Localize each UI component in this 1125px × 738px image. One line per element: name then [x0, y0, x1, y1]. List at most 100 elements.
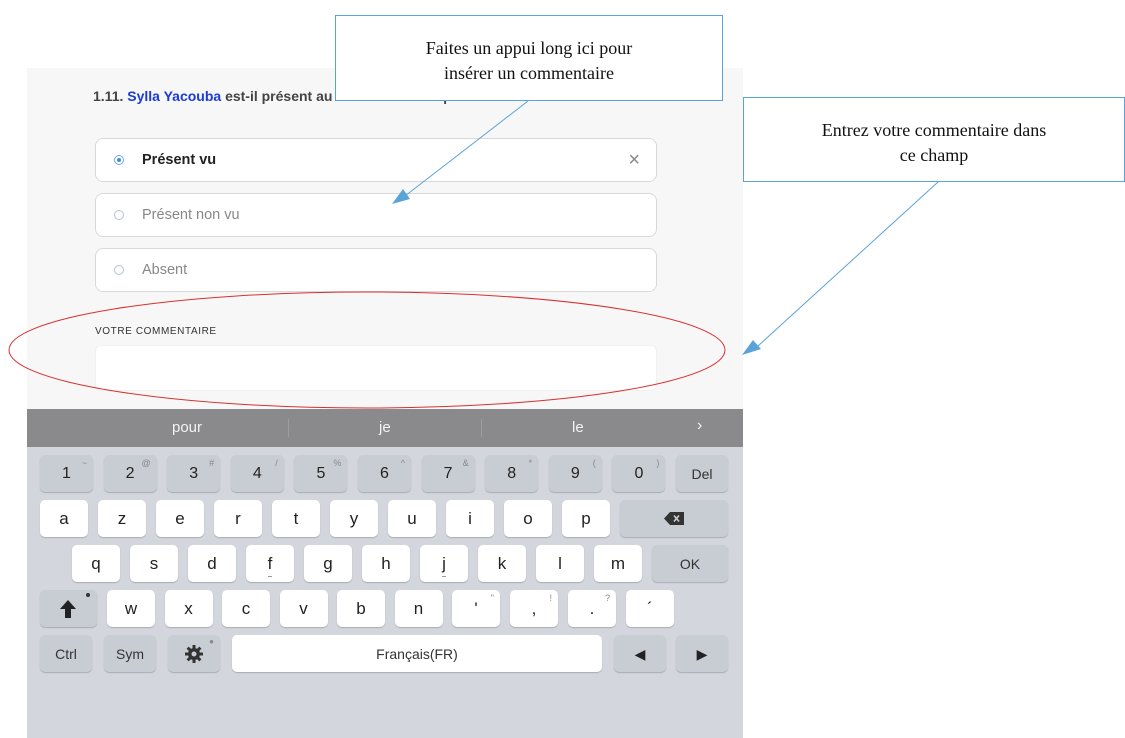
- right-arrow-icon: ▶: [696, 646, 708, 662]
- key-letter-label: z: [117, 509, 127, 528]
- radio-selected-icon[interactable]: [114, 155, 124, 165]
- key-digit[interactable]: 7 &: [421, 455, 475, 492]
- gear-icon: [185, 645, 203, 663]
- key-letter[interactable]: o: [504, 500, 552, 537]
- key-digit-alt-label: ): [656, 458, 660, 468]
- key-letter[interactable]: u: [388, 500, 436, 537]
- suggestion-word[interactable]: pour: [172, 419, 202, 436]
- key-punct[interactable]: .?: [568, 590, 616, 627]
- key-punct[interactable]: ,!: [510, 590, 558, 627]
- survey-screen: 1.11. Sylla Yacouba est-il présent au mo…: [27, 68, 743, 738]
- clear-icon[interactable]: ×: [628, 148, 640, 172]
- shift-key[interactable]: [40, 590, 97, 627]
- callout-line: Entrez votre commentaire dans: [821, 120, 1047, 140]
- key-digit[interactable]: 2 @: [103, 455, 157, 492]
- key-digit-alt-label: #: [209, 458, 215, 468]
- key-letter-label: i: [468, 509, 472, 528]
- key-letter-label: y: [349, 509, 359, 528]
- key-letter-label: r: [235, 509, 241, 528]
- key-digit-alt-label: &: [462, 458, 469, 468]
- ok-key-label: OK: [679, 556, 701, 572]
- key-digit-alt-label: *: [528, 458, 533, 468]
- suggestion-word[interactable]: je: [379, 419, 391, 436]
- key-punct[interactable]: ´: [626, 590, 674, 627]
- radio-icon[interactable]: [114, 210, 124, 220]
- cursor-right-key[interactable]: ▶: [676, 635, 728, 672]
- key-digit[interactable]: 8 *: [485, 455, 539, 492]
- del-key[interactable]: Del: [676, 455, 728, 492]
- option-label: Absent: [142, 262, 188, 278]
- key-digit[interactable]: 9(: [548, 455, 602, 492]
- key-letter[interactable]: i: [446, 500, 494, 537]
- key-letter[interactable]: d: [188, 545, 236, 582]
- comment-label: VOTRE COMMENTAIRE: [95, 326, 217, 337]
- annotation-callout-comment-field: Entrez votre commentaire dans ce champ: [743, 97, 1125, 182]
- del-key-label: Del: [691, 466, 713, 482]
- key-digit[interactable]: 5%: [294, 455, 348, 492]
- option-present-non-vu[interactable]: Présent non vu: [95, 193, 657, 237]
- key-letter[interactable]: f: [246, 545, 294, 582]
- key-letter[interactable]: r: [214, 500, 262, 537]
- key-letter[interactable]: v: [279, 590, 328, 627]
- key-letter-label: l: [558, 554, 562, 573]
- key-letter-label: w: [124, 599, 138, 618]
- space-key[interactable]: Français(FR): [232, 635, 602, 672]
- key-punct-alt-label: !: [549, 593, 552, 603]
- arrow-line-2: [757, 181, 939, 347]
- key-underline: [442, 576, 446, 577]
- key-letter[interactable]: l: [536, 545, 584, 582]
- key-letter[interactable]: c: [222, 590, 270, 627]
- key-letter[interactable]: n: [394, 590, 443, 627]
- key-letter[interactable]: e: [156, 500, 204, 537]
- comment-input[interactable]: [95, 345, 657, 391]
- key-letter[interactable]: h: [362, 545, 410, 582]
- sym-key[interactable]: Sym: [104, 635, 156, 672]
- key-letter-label: x: [184, 599, 193, 618]
- ok-key[interactable]: OK: [652, 545, 728, 582]
- key-letter[interactable]: m: [594, 545, 642, 582]
- key-letter[interactable]: a: [40, 500, 88, 537]
- key-letter[interactable]: g: [304, 545, 352, 582]
- virtual-keyboard: Del OK Ctrl Sym ● Français(FR) ◀ ▶ 1 ~ 2…: [27, 447, 743, 738]
- key-digit[interactable]: 0): [612, 455, 666, 492]
- more-suggestions-icon[interactable]: ›: [697, 417, 702, 435]
- key-letter[interactable]: b: [337, 590, 385, 627]
- key-letter-label: t: [293, 509, 299, 528]
- key-letter[interactable]: t: [272, 500, 320, 537]
- key-letter[interactable]: p: [562, 500, 610, 537]
- key-letter[interactable]: y: [330, 500, 378, 537]
- key-letter-label: o: [523, 509, 533, 528]
- key-digit[interactable]: 3 #: [167, 455, 221, 492]
- left-arrow-icon: ◀: [634, 646, 646, 662]
- radio-icon[interactable]: [114, 265, 124, 275]
- suggestion-word[interactable]: le: [572, 419, 584, 436]
- option-present-vu[interactable]: Présent vu ×: [95, 138, 657, 182]
- key-digit[interactable]: 6 ^: [358, 455, 411, 492]
- key-letter[interactable]: w: [107, 590, 155, 627]
- key-punct[interactable]: ' ": [452, 590, 500, 627]
- key-letter[interactable]: j: [420, 545, 468, 582]
- key-punct-alt-label: ?: [604, 593, 610, 603]
- callout-line: insérer un commentaire: [444, 63, 614, 83]
- key-letter-label: e: [175, 509, 185, 528]
- option-absent[interactable]: Absent: [95, 248, 657, 292]
- settings-key[interactable]: ●: [168, 635, 220, 672]
- key-letter-label: q: [91, 554, 101, 573]
- key-digit[interactable]: 1 ~: [40, 455, 93, 492]
- key-letter[interactable]: q: [72, 545, 120, 582]
- key-digit[interactable]: 4/: [230, 455, 284, 492]
- ctrl-key[interactable]: Ctrl: [40, 635, 92, 672]
- key-letter[interactable]: x: [164, 590, 213, 627]
- backspace-key[interactable]: [620, 500, 728, 537]
- suggestion-divider: [481, 419, 482, 437]
- respondent-name: Sylla Yacouba: [127, 88, 222, 104]
- key-letter-label: h: [381, 554, 391, 573]
- key-letter[interactable]: s: [130, 545, 178, 582]
- key-letter[interactable]: z: [98, 500, 146, 537]
- key-letter[interactable]: k: [478, 545, 526, 582]
- cursor-left-key[interactable]: ◀: [614, 635, 666, 672]
- key-letter-label: c: [241, 599, 251, 618]
- key-letter-label: f: [267, 554, 273, 573]
- key-letter-label: a: [59, 509, 69, 528]
- sym-key-label: Sym: [116, 646, 144, 662]
